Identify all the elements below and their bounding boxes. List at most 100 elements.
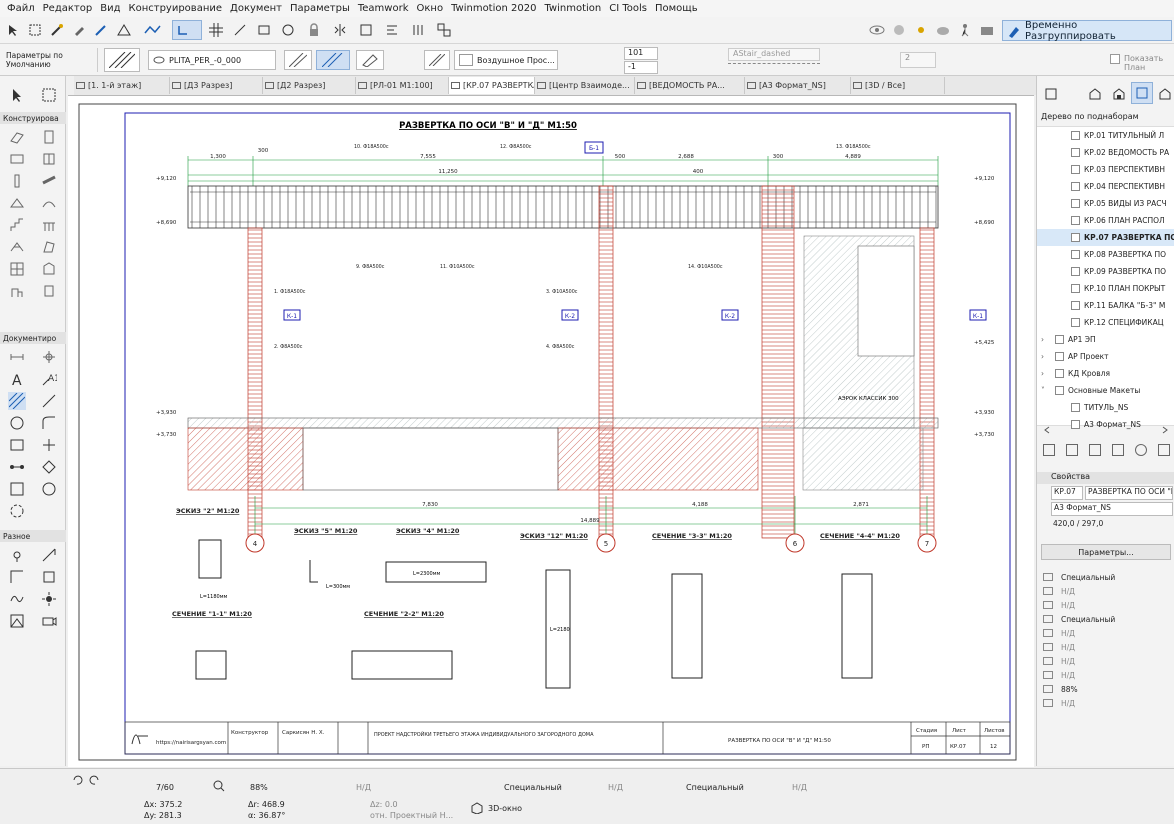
curve-tool-icon[interactable] [8,590,26,608]
hatch-toggle-button[interactable] [316,50,350,70]
menu-item-11[interactable]: Помощь [651,3,702,14]
tree-item[interactable]: КР.03 ПЕРСПЕКТИВН [1037,161,1174,178]
grid-element-tool-icon[interactable] [8,546,26,564]
tree-item[interactable]: › АР1 ЭП [1037,331,1174,348]
tree-item[interactable]: КР.12 СПЕЦИФИКАЦ [1037,314,1174,331]
new-folder-icon[interactable] [1065,444,1078,456]
menu-item-2[interactable]: Вид [96,3,124,14]
window-tool-icon[interactable] [40,150,58,168]
redo-zoom-icon[interactable] [88,773,102,787]
more-section-header[interactable]: Разное [0,530,66,542]
status-special-2[interactable]: Специальный [686,783,744,792]
view-tab-4[interactable]: [КР.07 РАЗВЕРТКА... [449,77,535,94]
menu-item-8[interactable]: Twinmotion 2020 [447,3,540,14]
menu-item-0[interactable]: Файл [3,3,39,14]
door-tool-icon[interactable] [40,128,58,146]
menu-item-9[interactable]: Twinmotion [540,3,605,14]
level-dimension-tool-icon[interactable] [40,348,58,366]
tree-item[interactable]: КР.02 ВЕДОМОСТЬ РА [1037,144,1174,161]
guide-icon[interactable] [230,21,250,39]
clone-icon[interactable] [1111,444,1124,456]
fill-pattern-swatch[interactable] [104,48,140,72]
cloud-icon[interactable] [934,21,952,39]
dimension-tool-icon[interactable] [8,348,26,366]
section-tool-icon[interactable] [8,458,26,476]
pen-setting-row[interactable]: Н/Д [1037,598,1174,612]
prop-format-select[interactable]: А3 Формат_NS [1051,502,1173,516]
zoom-icon[interactable] [212,779,226,793]
shell-tool-icon[interactable] [40,194,58,212]
grid-icon[interactable] [206,21,226,39]
layer-select[interactable]: PLITA_PER_-0_000 [148,50,276,70]
view-tab-7[interactable]: [А3 Формат_NS] [745,77,851,94]
view-tab-1[interactable]: [Д3 Разрез] [170,77,263,94]
pen-field-1[interactable]: 101 [624,47,658,60]
pen-setting-row[interactable]: Н/Д [1037,654,1174,668]
fill-tool-icon[interactable] [8,392,26,410]
select-icon[interactable] [4,21,22,39]
view-3d-button[interactable]: 3D-окно [470,799,532,817]
refresh-icon[interactable] [1134,444,1147,456]
design-section-header[interactable]: Конструирова [0,112,66,124]
pen-setting-row[interactable]: Н/Д [1037,626,1174,640]
wall-tool-icon[interactable] [8,128,26,146]
marquee-tool-icon[interactable] [40,86,58,104]
polyline-tool-icon[interactable] [40,414,58,432]
undo-zoom-icon[interactable] [70,773,84,787]
tree-item[interactable]: › АР Проект [1037,348,1174,365]
sun-icon[interactable] [912,21,930,39]
tree-item[interactable]: КР.01 ТИТУЛЬНЫЙ Л [1037,127,1174,144]
slab-tool-icon[interactable] [8,150,26,168]
worksheet-tool-icon[interactable] [8,480,26,498]
corner-window-tool-icon[interactable] [8,568,26,586]
tree-item[interactable]: А3 Формат_NS [1037,416,1174,433]
syringe-icon[interactable] [92,21,110,39]
project-map-icon[interactable] [1085,84,1105,104]
view-tab-0[interactable]: [1. 1-й этаж] [74,77,170,94]
beam-tool-icon[interactable] [40,172,58,190]
mesh-tool-icon[interactable] [8,238,26,256]
magic-wand-icon[interactable] [48,21,66,39]
menu-item-1[interactable]: Редактор [39,3,97,14]
label-tool-icon[interactable]: A1 [40,370,58,388]
expand-chevron-icon[interactable]: › [1041,369,1051,378]
view-tab-8[interactable]: [3D / Все] [851,77,945,94]
menu-item-7[interactable]: Окно [413,3,448,14]
object-tool-icon[interactable] [8,282,26,300]
render-icon[interactable] [890,21,908,39]
menu-item-10[interactable]: CI Tools [605,3,651,14]
railing-tool-icon[interactable] [40,216,58,234]
tree-scroll-right-icon[interactable] [1159,424,1171,436]
tree-item[interactable]: ТИТУЛЬ_NS [1037,399,1174,416]
layer-icon[interactable] [254,21,274,39]
pen-field-2[interactable]: -1 [624,61,658,74]
pen-setting-row[interactable]: Н/Д [1037,696,1174,710]
show-plan-checkbox[interactable] [1110,54,1120,64]
pen-setting-row[interactable]: Н/Д [1037,640,1174,654]
tree-item[interactable]: › КД Кровля [1037,365,1174,382]
arrow-tool-icon[interactable] [8,86,26,104]
fill-type-select[interactable]: Воздушное Прос... [454,50,558,70]
default-params-label[interactable]: Параметры по Умолчанию [2,48,98,72]
group-icon[interactable] [434,21,454,39]
new-master-icon[interactable] [1088,444,1101,456]
properties-header[interactable]: Свойства [1037,472,1174,484]
wall-end-tool-icon[interactable] [40,546,58,564]
view-tab-2[interactable]: [Д2 Разрез] [263,77,356,94]
tree-item[interactable]: КР.09 РАЗВЕРТКА ПО [1037,263,1174,280]
pen-setting-row[interactable]: Н/Д [1037,584,1174,598]
tree-item[interactable]: КР.11 БАЛКА "Б-3" М [1037,297,1174,314]
roof-tool-icon[interactable] [8,194,26,212]
tree-item[interactable]: ˅ Основные Макеты [1037,382,1174,399]
expand-chevron-icon[interactable]: › [1041,352,1051,361]
line-type-field[interactable]: AStair_dashed [728,48,820,61]
expand-chevron-icon[interactable]: ˅ [1041,386,1051,395]
flip-icon[interactable] [330,21,350,39]
background-pattern-icon[interactable] [424,50,450,70]
walk-icon[interactable] [956,21,974,39]
navigator-menu-icon[interactable] [1041,84,1063,104]
tree-scroll-left-icon[interactable] [1041,424,1053,436]
camera-icon[interactable] [978,21,996,39]
menu-item-6[interactable]: Teamwork [354,3,413,14]
pen-setting-row[interactable]: Специальный [1037,612,1174,626]
